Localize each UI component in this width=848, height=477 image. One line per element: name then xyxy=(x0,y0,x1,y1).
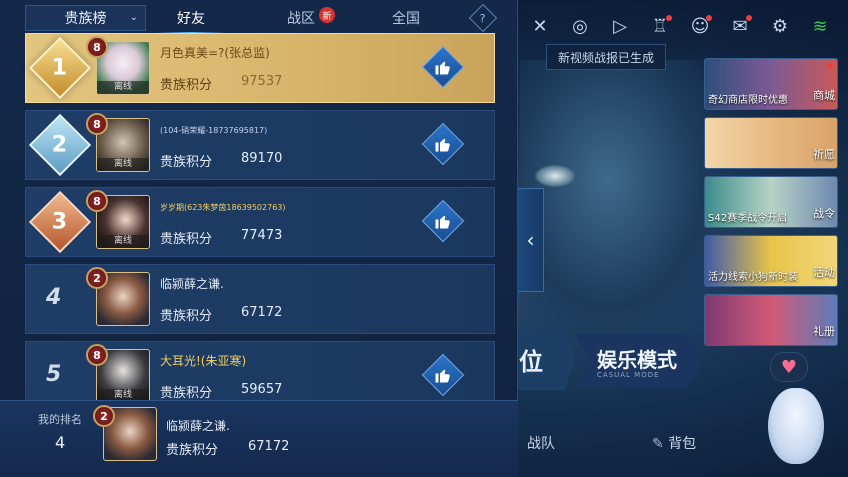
score-label: 贵族积分 xyxy=(160,232,213,247)
promo-shop[interactable]: 奇幻商店限时优惠 商城 xyxy=(704,58,838,110)
partial-icon[interactable]: ✕ xyxy=(520,9,560,43)
team-tab[interactable]: 战队 xyxy=(527,433,555,453)
like-button[interactable] xyxy=(421,122,465,166)
friends-icon[interactable]: ☺ xyxy=(680,9,720,43)
casual-mode-sub: CASUAL MODE xyxy=(597,371,660,379)
player-name: 临颍薛之谦. xyxy=(166,419,230,433)
noble-level-badge: 2 xyxy=(93,405,115,427)
offline-tag: 离线 xyxy=(97,158,149,171)
top-icon-bar: ✕ ◎ ▷ ♖ ☺ ✉ ⚙ ≋ xyxy=(520,8,848,44)
score-label: 贵族积分 xyxy=(160,78,213,93)
trophy-icon[interactable]: ♖ xyxy=(640,9,680,43)
score-value: 89170 xyxy=(241,151,283,166)
score-value: 77473 xyxy=(241,228,283,243)
promo-battle-pass[interactable]: S42赛季战令开启 战令 xyxy=(704,176,838,228)
noble-level-badge: 8 xyxy=(86,190,108,212)
video-icon[interactable]: ▷ xyxy=(600,9,640,43)
mail-icon[interactable]: ✉ xyxy=(720,9,760,43)
rank-badge-bronze: 3 xyxy=(28,190,92,254)
hero-eye-art xyxy=(535,165,575,187)
chevron-left-icon: ‹ xyxy=(526,228,535,252)
score-label: 贵族积分 xyxy=(160,155,213,170)
help-icon[interactable]: ? xyxy=(468,3,498,33)
like-button[interactable] xyxy=(421,45,465,89)
promo-side-label: 活动 xyxy=(813,266,835,279)
backpack-tab[interactable]: ✎ 背包 xyxy=(652,433,696,453)
score-value: 67172 xyxy=(241,305,283,320)
thumbs-up-icon xyxy=(435,61,450,75)
settings-gear-icon[interactable]: ⚙ xyxy=(760,9,800,43)
list-item[interactable]: 4 2 临颍薛之谦. 贵族积分 67172 xyxy=(25,264,495,334)
rank-number: 4 xyxy=(46,285,62,310)
score-label: 贵族积分 xyxy=(160,309,213,324)
target-icon[interactable]: ◎ xyxy=(560,9,600,43)
board-type-dropdown[interactable]: 贵族榜 ⌄ xyxy=(25,5,146,31)
noble-level-badge: 2 xyxy=(86,267,108,289)
noble-level-badge: 8 xyxy=(86,344,108,366)
thumbs-up-icon xyxy=(435,369,450,383)
tab-region-label: 战区 xyxy=(287,11,315,27)
noble-level-badge: 8 xyxy=(86,113,108,135)
like-button[interactable] xyxy=(421,353,465,397)
my-rank-label: 我的排名 xyxy=(38,413,82,426)
chevron-down-icon: ⌄ xyxy=(129,12,138,23)
promo-wish[interactable]: 祈愿 xyxy=(704,117,838,169)
backpack-label: 背包 xyxy=(668,436,697,452)
rank-badge-gold: 1 xyxy=(28,36,92,100)
my-rank-value: 4 xyxy=(55,433,66,452)
noble-level-badge: 8 xyxy=(86,36,108,58)
thumbs-up-icon xyxy=(435,138,450,152)
tab-region[interactable]: 战区 新 xyxy=(236,5,366,31)
player-name: 月色真美=?(张总监) xyxy=(160,46,270,60)
promo-column: 奇幻商店限时优惠 商城 祈愿 S42赛季战令开启 战令 活力线索小狗新时装 活动… xyxy=(704,58,838,353)
rank-number: 5 xyxy=(46,362,62,387)
casual-mode-button[interactable]: 娱乐模式 CASUAL MODE xyxy=(575,334,703,388)
like-button[interactable] xyxy=(421,199,465,243)
player-name: (104-硝荣耀-18737695817) xyxy=(160,126,268,135)
promo-side-label: 祈愿 xyxy=(813,148,835,161)
promo-side-label: 战令 xyxy=(813,207,835,220)
backpack-icon: ✎ xyxy=(652,436,664,452)
player-name: 岁岁期(623朱梦茵18639502763) xyxy=(160,203,286,212)
heart-icon[interactable]: ♥ xyxy=(770,352,808,382)
score-value: 67172 xyxy=(248,439,290,454)
leaderboard-panel: 贵族榜 ⌄ 好友 战区 新 全国 ? 1 离线 8 月色真美=?(张总监) 贵族… xyxy=(0,0,518,477)
thumbs-up-icon xyxy=(435,215,450,229)
player-name: 临颍薛之谦. xyxy=(160,277,224,291)
casual-mode-label: 娱乐模式 xyxy=(597,348,677,372)
promo-caption: 奇幻商店限时优惠 xyxy=(708,95,788,106)
score-label: 贵族积分 xyxy=(166,443,219,458)
leaderboard-list: 1 离线 8 月色真美=?(张总监) 贵族积分 97537 2 离线 8 (10… xyxy=(25,33,495,418)
promo-event[interactable]: 活力线索小狗新时装 活动 xyxy=(704,235,838,287)
video-report-tooltip: 新视频战报已生成 xyxy=(546,44,666,70)
score-value: 59657 xyxy=(241,382,283,397)
promo-side-label: 商城 xyxy=(813,89,835,102)
my-rank-bar: 我的排名 4 2 临颍薛之谦. 贵族积分 67172 xyxy=(0,400,518,477)
score-label: 贵族积分 xyxy=(160,386,213,401)
collapse-panel-button[interactable]: ‹ xyxy=(518,188,544,292)
tab-friends[interactable]: 好友 xyxy=(146,5,236,34)
mascot-assistant[interactable] xyxy=(768,388,824,464)
tab-national[interactable]: 全国 xyxy=(366,5,446,31)
list-item[interactable]: 2 离线 8 (104-硝荣耀-18737695817) 贵族积分 89170 xyxy=(25,110,495,180)
rank-badge-silver: 2 xyxy=(28,113,92,177)
list-item[interactable]: 1 离线 8 月色真美=?(张总监) 贵族积分 97537 xyxy=(25,33,495,103)
promo-side-label: 礼册 xyxy=(813,325,835,338)
list-item[interactable]: 3 离线 8 岁岁期(623朱梦茵18639502763) 贵族积分 77473 xyxy=(25,187,495,257)
promo-caption: S42赛季战令开启 xyxy=(708,213,788,224)
new-badge: 新 xyxy=(319,7,335,23)
promo-caption: 活力线索小狗新时装 xyxy=(708,272,798,283)
offline-tag: 离线 xyxy=(97,81,149,94)
promo-gift-book[interactable]: 礼册 xyxy=(704,294,838,346)
offline-tag: 离线 xyxy=(97,235,149,248)
player-name: 大耳光!(朱亚寒) xyxy=(160,354,247,368)
dropdown-label: 贵族榜 xyxy=(64,11,107,27)
game-screen: ✕ ◎ ▷ ♖ ☺ ✉ ⚙ ≋ 新视频战报已生成 奇幻商店限时优惠 商城 祈愿 … xyxy=(0,0,848,477)
score-value: 97537 xyxy=(241,74,283,89)
leaderboard-tabs: 贵族榜 ⌄ 好友 战区 新 全国 ? xyxy=(25,3,503,34)
wifi-signal-icon: ≋ xyxy=(812,15,828,37)
